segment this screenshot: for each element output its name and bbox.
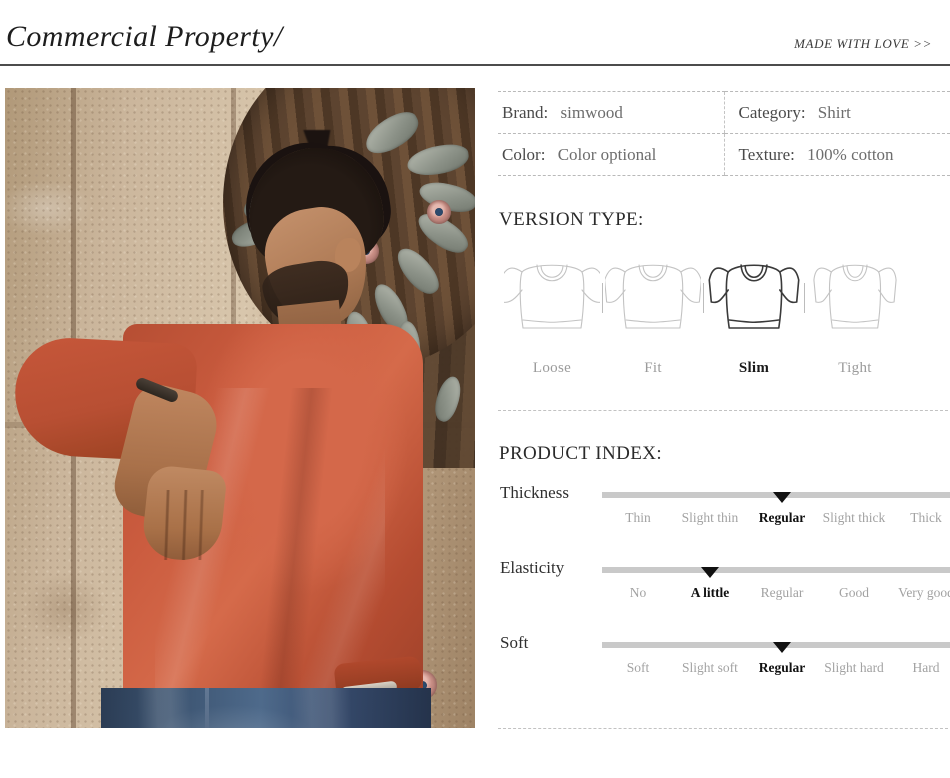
version-option-fit[interactable]: Fit bbox=[603, 248, 703, 377]
version-option-label: Loose bbox=[532, 360, 572, 376]
index-tick-label[interactable]: Regular bbox=[746, 660, 818, 676]
index-tick-label[interactable]: Soft bbox=[602, 660, 674, 676]
page-title: Commercial Property/ bbox=[6, 20, 283, 53]
product-spec-table: Brand: simwood Category: Shirt Color: Co… bbox=[498, 91, 950, 176]
version-type-heading: VERSION TYPE: bbox=[499, 209, 644, 230]
index-row-label: Elasticity bbox=[500, 558, 565, 577]
section-divider bbox=[498, 410, 948, 411]
index-slider-marker[interactable] bbox=[773, 492, 791, 503]
index-tick-label[interactable]: Thick bbox=[890, 510, 950, 526]
photo-carved-flower bbox=[427, 200, 451, 224]
photo-model-jeans-wear bbox=[101, 688, 431, 728]
index-tick-label[interactable]: Very good bbox=[890, 585, 950, 601]
photo-model-fingers bbox=[151, 490, 217, 560]
index-tick-label[interactable]: Slight thin bbox=[674, 510, 746, 526]
index-row-elasticity: Elasticity No A little Regular Good Very good bbox=[498, 558, 950, 633]
index-tick-label[interactable]: Hard bbox=[890, 660, 950, 676]
spec-label-color: Color: bbox=[502, 144, 546, 164]
version-option-label: Tight bbox=[838, 360, 872, 376]
index-slider-ticks: Soft Slight soft Regular Slight hard Hard bbox=[602, 660, 950, 676]
section-divider bbox=[498, 728, 948, 729]
page-header: Commercial Property/ MADE WITH LOVE >> bbox=[0, 0, 950, 66]
version-option-tight[interactable]: Tight bbox=[805, 248, 905, 377]
table-row: Color: Color optional Texture: 100% cott… bbox=[498, 133, 950, 176]
spec-cell-category: Category: Shirt bbox=[723, 91, 950, 134]
index-slider-marker[interactable] bbox=[701, 567, 719, 578]
index-tick-label[interactable]: Slight thick bbox=[818, 510, 890, 526]
version-type-options: Loose Fit Slim Tight bbox=[502, 248, 942, 393]
version-option-label: Slim bbox=[738, 360, 770, 376]
index-tick-label[interactable]: Regular bbox=[746, 585, 818, 601]
spec-value-brand: simwood bbox=[560, 102, 623, 122]
spec-label-category: Category: bbox=[738, 102, 806, 122]
index-slider-ticks: No A little Regular Good Very good bbox=[602, 585, 950, 601]
index-row-label: Thickness bbox=[500, 483, 569, 502]
spec-label-brand: Brand: bbox=[502, 102, 549, 122]
photo-model-jeans-seam bbox=[205, 688, 209, 728]
index-tick-label[interactable]: Slight soft bbox=[674, 660, 746, 676]
tshirt-icon bbox=[605, 248, 701, 344]
product-detail-page: Commercial Property/ MADE WITH LOVE >> B… bbox=[0, 0, 950, 778]
index-tick-label[interactable]: A little bbox=[674, 585, 746, 601]
version-option-loose[interactable]: Loose bbox=[502, 248, 602, 377]
spec-label-texture: Texture: bbox=[738, 144, 795, 164]
index-row-soft: Soft Soft Slight soft Regular Slight hard Har… bbox=[498, 633, 950, 708]
index-tick-label[interactable]: Thin bbox=[602, 510, 674, 526]
product-info-panel: Brand: simwood Category: Shirt Color: Co… bbox=[486, 88, 950, 733]
product-index-heading: PRODUCT INDEX: bbox=[499, 443, 663, 464]
product-index-sliders: Thickness Thin Slight thin Regular Slight th… bbox=[498, 483, 950, 708]
spec-value-texture: 100% cotton bbox=[807, 144, 894, 164]
index-slider-ticks: Thin Slight thin Regular Slight thick Thick bbox=[602, 510, 950, 526]
tshirt-icon bbox=[504, 248, 600, 344]
spec-cell-color: Color: Color optional bbox=[498, 133, 724, 176]
index-slider-track[interactable] bbox=[602, 567, 950, 573]
tshirt-icon bbox=[706, 248, 802, 344]
made-with-love-link[interactable]: MADE WITH LOVE >> bbox=[794, 36, 932, 52]
spec-value-color: Color optional bbox=[557, 144, 657, 164]
table-row: Brand: simwood Category: Shirt bbox=[498, 91, 950, 134]
version-option-slim[interactable]: Slim bbox=[704, 248, 804, 377]
spec-cell-texture: Texture: 100% cotton bbox=[723, 133, 950, 176]
index-tick-label[interactable]: Good bbox=[818, 585, 890, 601]
version-option-label: Fit bbox=[644, 360, 662, 376]
spec-value-category: Shirt bbox=[817, 102, 851, 122]
index-row-label: Soft bbox=[500, 633, 529, 652]
product-model-photo[interactable] bbox=[5, 88, 475, 728]
spec-cell-brand: Brand: simwood bbox=[498, 91, 724, 134]
index-tick-label[interactable]: Slight hard bbox=[818, 660, 890, 676]
index-tick-label[interactable]: Regular bbox=[746, 510, 818, 526]
tshirt-icon bbox=[807, 248, 903, 344]
index-slider-marker[interactable] bbox=[773, 642, 791, 653]
index-row-thickness: Thickness Thin Slight thin Regular Slight th… bbox=[498, 483, 950, 558]
index-tick-label[interactable]: No bbox=[602, 585, 674, 601]
